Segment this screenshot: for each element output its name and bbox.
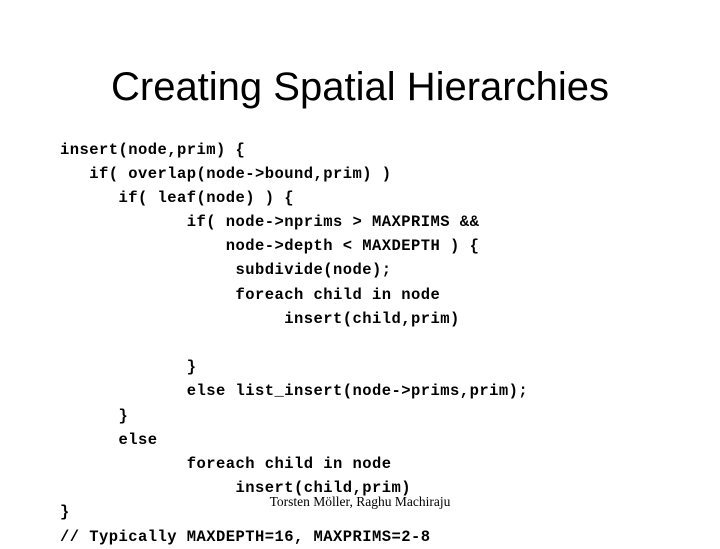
code-line: else xyxy=(60,430,158,449)
code-line: node->depth < MAXDEPTH ) { xyxy=(60,237,480,256)
code-line: } xyxy=(60,406,129,425)
code-line: foreach child in node xyxy=(60,285,441,304)
code-line: insert(node,prim) { xyxy=(60,140,246,159)
code-line: if( node->nprims > MAXPRIMS && xyxy=(60,213,480,232)
code-line: if( overlap(node->bound,prim) ) xyxy=(60,164,392,183)
code-line: foreach child in node xyxy=(60,454,392,473)
code-block: insert(node,prim) { if( overlap(node->bo… xyxy=(60,138,680,549)
code-line: if( leaf(node) ) { xyxy=(60,188,295,207)
slide-footer-attribution: Torsten Möller, Raghu Machiraju xyxy=(269,494,451,509)
code-line: // Typically MAXDEPTH=16, MAXPRIMS=2-8 xyxy=(60,527,431,546)
presentation-slide: Creating Spatial Hierarchies insert(node… xyxy=(0,0,720,546)
code-line: } xyxy=(60,358,197,377)
page-title: Creating Spatial Hierarchies xyxy=(110,64,609,109)
code-line: insert(child,prim) xyxy=(60,309,460,328)
code-line: subdivide(node); xyxy=(60,261,392,280)
code-line: else list_insert(node->prims,prim); xyxy=(60,382,529,401)
